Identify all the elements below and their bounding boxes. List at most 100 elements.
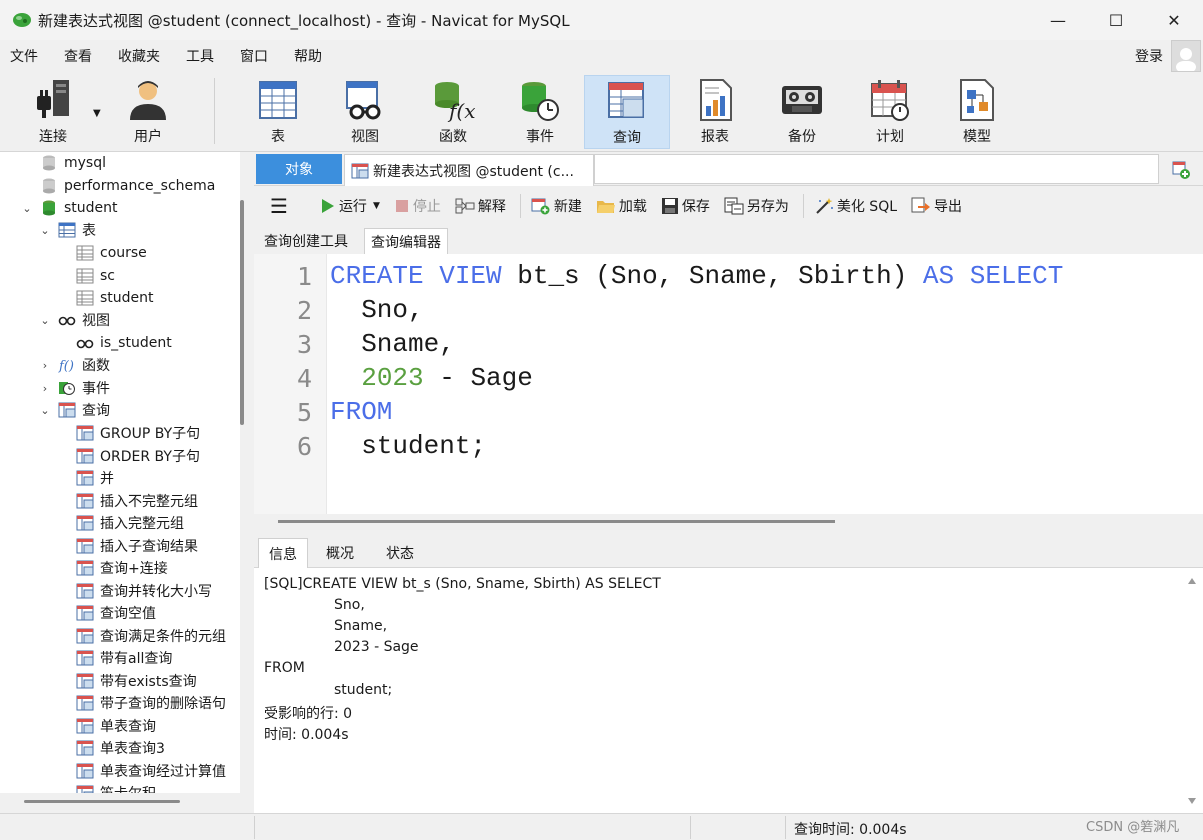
tree-query-item[interactable]: 带有exists查询: [76, 670, 197, 692]
tree-tables[interactable]: ⌄ 表: [38, 219, 96, 241]
tree-db-performance-schema[interactable]: performance_schema: [40, 175, 215, 197]
watermark-text: CSDN @箬渊凡: [1086, 820, 1180, 835]
connect-dropdown-icon[interactable]: ▼: [93, 108, 101, 119]
chevron-right-icon[interactable]: ›: [38, 359, 52, 372]
tree-table-sc[interactable]: sc: [76, 265, 115, 287]
tree-label: ORDER BY子句: [100, 448, 200, 465]
save-as-label: 另存为: [746, 199, 789, 215]
tree-query-item[interactable]: 带有all查询: [76, 647, 172, 669]
sidebar-horizontal-scrollbar[interactable]: [0, 793, 254, 815]
avatar[interactable]: [1171, 40, 1201, 72]
model-button[interactable]: 模型: [934, 75, 1020, 149]
close-button[interactable]: ✕: [1145, 0, 1203, 40]
save-as-button[interactable]: 另存为: [724, 196, 789, 216]
chevron-down-icon[interactable]: ⌄: [20, 202, 34, 215]
menu-file[interactable]: 文件: [0, 46, 54, 66]
tree-label: 并: [100, 471, 114, 487]
chevron-down-icon[interactable]: ⌄: [38, 224, 52, 237]
query-icon: [58, 402, 76, 418]
login-link[interactable]: 登录: [1135, 46, 1163, 66]
connect-button[interactable]: 连接: [10, 75, 96, 149]
tree-query-item[interactable]: 插入不完整元组: [76, 490, 198, 512]
tab-status[interactable]: 状态: [376, 538, 424, 568]
tab-query[interactable]: 新建表达式视图 @student (c...: [344, 154, 594, 186]
tree-query-item[interactable]: ORDER BY子句: [76, 445, 200, 467]
function-button[interactable]: f(x) 函数: [410, 75, 496, 149]
chevron-down-icon[interactable]: ⌄: [38, 404, 52, 417]
tree-label: 表: [82, 223, 96, 239]
sidebar-scrollbar-thumb[interactable]: [240, 200, 244, 425]
chevron-down-icon[interactable]: ⌄: [38, 314, 52, 327]
view-button[interactable]: 视图: [322, 75, 408, 149]
chevron-right-icon[interactable]: ›: [38, 382, 52, 395]
tree-query-item[interactable]: GROUP BY子句: [76, 422, 200, 444]
menu-window[interactable]: 窗口: [230, 46, 284, 66]
tree-db-mysql[interactable]: mysql: [40, 152, 106, 174]
sql-editor[interactable]: 1 2 3 4 5 6 CREATE VIEW bt_s (Sno, Sname…: [254, 254, 1203, 514]
tree-query-item[interactable]: 并: [76, 467, 114, 489]
schedule-button[interactable]: 计划: [847, 75, 933, 149]
tab-query-editor[interactable]: 查询编辑器: [364, 228, 448, 254]
tree-db-student[interactable]: ⌄ student: [20, 197, 117, 219]
load-button[interactable]: 加载: [596, 196, 647, 216]
tab-profile[interactable]: 概况: [316, 538, 364, 568]
tree-events[interactable]: › 事件: [38, 377, 110, 399]
maximize-button[interactable]: ☐: [1087, 0, 1145, 40]
menu-bar: 文件 查看 收藏夹 工具 窗口 帮助 登录: [0, 40, 1203, 72]
sql-text: bt_s (Sno, Sname, Sbirth): [501, 261, 923, 291]
tree-query-item[interactable]: 单表查询经过计算值: [76, 760, 226, 782]
user-button[interactable]: 用户: [105, 75, 191, 149]
stop-button[interactable]: 停止: [394, 196, 441, 216]
table-icon: [76, 290, 94, 306]
editor-horizontal-scrollbar-thumb[interactable]: [278, 520, 835, 523]
tree-query-item[interactable]: 查询并转化大小写: [76, 580, 212, 602]
new-tab-icon[interactable]: [1171, 160, 1191, 180]
menu-tools[interactable]: 工具: [176, 46, 230, 66]
sidebar-horizontal-scrollbar-thumb[interactable]: [24, 800, 180, 803]
table-label: 表: [271, 129, 285, 145]
run-button[interactable]: 运行 ▼: [318, 196, 380, 216]
explain-button[interactable]: 解释: [455, 196, 506, 216]
backup-button[interactable]: 备份: [759, 75, 845, 149]
tree-query-item[interactable]: 笛卡尔积: [76, 782, 156, 793]
tree-views[interactable]: ⌄ 视图: [38, 309, 110, 331]
tree-query-item[interactable]: 单表查询: [76, 715, 156, 737]
menu-help[interactable]: 帮助: [284, 46, 338, 66]
run-dropdown-icon[interactable]: ▼: [373, 201, 380, 211]
tree-query-item[interactable]: 插入子查询结果: [76, 535, 198, 557]
query-button[interactable]: 查询: [584, 75, 670, 149]
hamburger-menu-icon[interactable]: ☰: [270, 194, 288, 218]
tree-query-item[interactable]: 查询空值: [76, 602, 156, 624]
table-icon: [58, 222, 76, 238]
new-query-button[interactable]: 新建: [531, 196, 582, 216]
tree-query-item[interactable]: 查询满足条件的元组: [76, 625, 226, 647]
tab-info[interactable]: 信息: [258, 538, 308, 568]
export-button[interactable]: 导出: [911, 196, 962, 216]
code-line-2: Sno,: [330, 295, 424, 325]
tree-table-student[interactable]: student: [76, 287, 154, 309]
tree-view-is-student[interactable]: is_student: [76, 332, 172, 354]
tree-query-item[interactable]: 查询+连接: [76, 557, 168, 579]
tree-table-course[interactable]: course: [76, 242, 147, 264]
menu-favorites[interactable]: 收藏夹: [108, 46, 176, 66]
tree-queries[interactable]: ⌄ 查询: [38, 399, 110, 421]
tree-query-item[interactable]: 带子查询的删除语句: [76, 692, 226, 714]
run-play-icon: [321, 199, 334, 213]
tab-query-builder[interactable]: 查询创建工具: [258, 228, 354, 254]
tree-label: GROUP BY子句: [100, 426, 201, 442]
save-label: 保存: [681, 199, 710, 215]
menu-view[interactable]: 查看: [54, 46, 108, 66]
tree-functions[interactable]: › f() 函数: [38, 354, 110, 376]
code-line-5: FROM: [330, 397, 393, 427]
save-button[interactable]: 保存: [661, 196, 710, 216]
tree-query-item[interactable]: 单表查询3: [76, 737, 165, 759]
minimize-button[interactable]: —: [1029, 0, 1087, 40]
beautify-sql-button[interactable]: 美化 SQL: [814, 196, 897, 216]
editor-horizontal-scrollbar[interactable]: [254, 514, 1203, 532]
info-vertical-scrollbar[interactable]: [1183, 570, 1201, 812]
event-button[interactable]: 事件: [497, 75, 583, 149]
table-button[interactable]: 表: [235, 75, 321, 149]
tree-query-item[interactable]: 插入完整元组: [76, 512, 184, 534]
report-button[interactable]: 报表: [672, 75, 758, 149]
tab-objects[interactable]: 对象: [256, 154, 342, 184]
